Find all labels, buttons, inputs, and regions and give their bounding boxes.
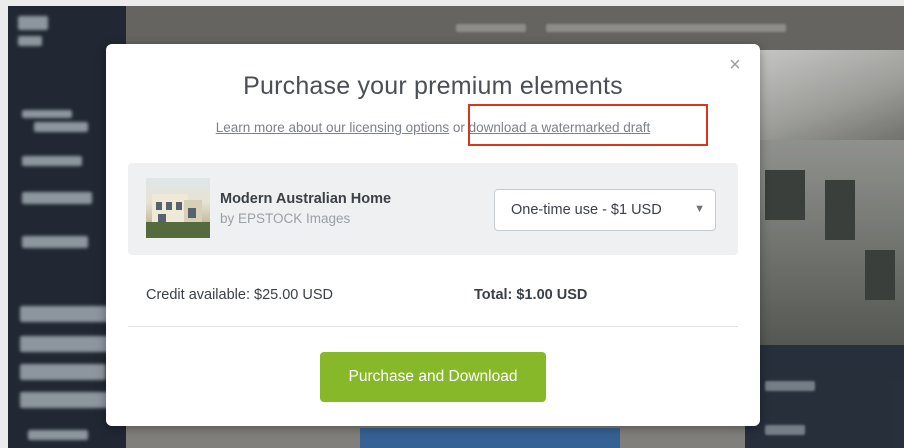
house-thumbnail [146,178,210,238]
license-selected-value: One-time use - $1 USD [511,202,662,218]
item-name: Modern Australian Home [220,191,392,207]
links-separator: or [449,120,469,135]
item-author: by EPSTOCK Images [220,211,351,226]
highlight-box [468,104,708,146]
license-select[interactable]: One-time use - $1 USD ▼ [494,189,716,231]
item-row: Modern Australian Home by EPSTOCK Images… [128,163,738,255]
dropdown-arrow-icon: ▼ [694,203,705,215]
divider [128,326,738,327]
licensing-options-link[interactable]: Learn more about our licensing options [216,120,449,135]
purchase-download-button[interactable]: Purchase and Download [320,352,546,402]
modal-title: Purchase your premium elements [243,72,623,100]
total-price: Total: $1.00 USD [474,287,588,303]
purchase-modal: × Purchase your premium elements Learn m… [106,44,760,426]
credit-available: Credit available: $25.00 USD [146,287,333,303]
